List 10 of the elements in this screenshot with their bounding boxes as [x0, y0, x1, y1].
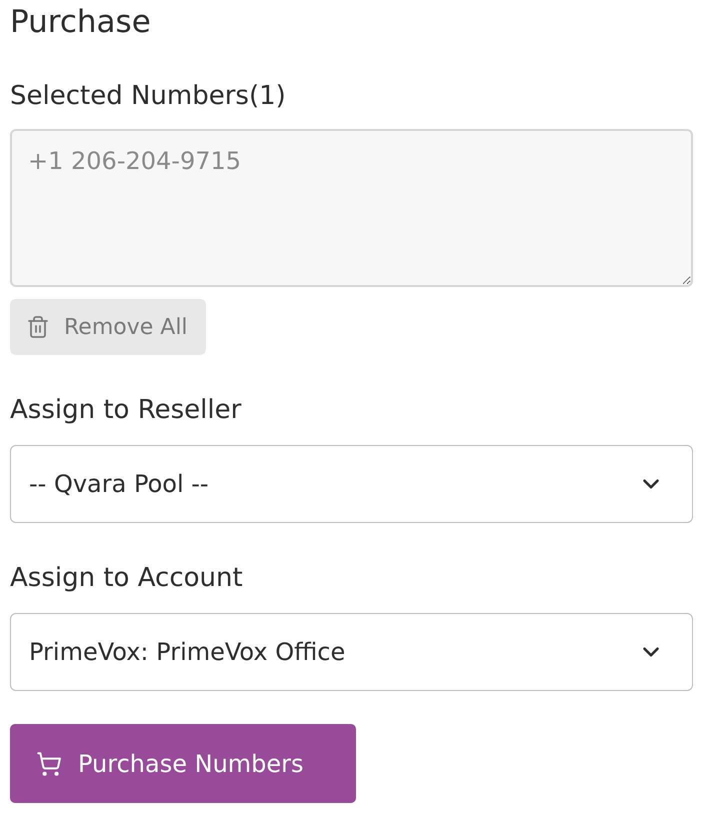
reseller-select[interactable]: -- Qvara Pool --	[10, 445, 693, 523]
field-label: Selected Numbers(1)	[10, 80, 286, 113]
account-select[interactable]: PrimeVox: PrimeVox Office	[10, 613, 693, 691]
remove-all-button[interactable]: Remove All	[10, 299, 206, 355]
trash-icon	[26, 315, 50, 339]
cart-icon	[36, 750, 62, 776]
purchase-button[interactable]: Purchase Numbers	[10, 724, 356, 803]
field-label: Assign to Account	[10, 562, 243, 595]
field-label: Assign to Reseller	[10, 394, 242, 427]
page-title: Purchase	[10, 3, 151, 42]
